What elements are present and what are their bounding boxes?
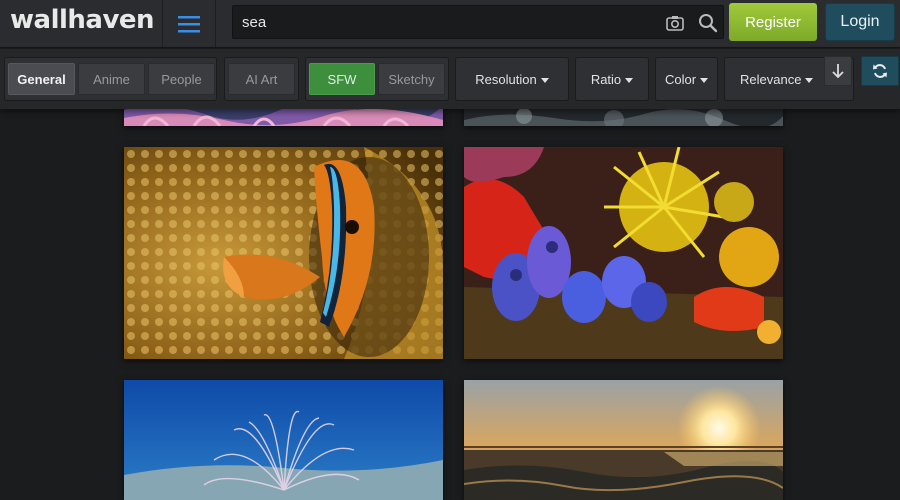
search-icon — [699, 14, 718, 33]
wallpaper-thumbnail[interactable] — [464, 380, 783, 500]
tube-anemone-image — [124, 380, 443, 500]
purity-sketchy-toggle[interactable]: Sketchy — [378, 63, 445, 95]
image-search-button[interactable] — [665, 13, 685, 33]
category-anime-toggle[interactable]: Anime — [78, 63, 145, 95]
arrow-down-icon — [832, 64, 844, 79]
caret-down-icon — [805, 78, 814, 83]
register-button[interactable]: Register — [729, 3, 817, 41]
search-button[interactable] — [697, 12, 719, 34]
ratio-dropdown[interactable]: Ratio — [575, 57, 649, 101]
ratio-dropdown-label: Ratio — [590, 71, 622, 87]
ocean-sunset-image — [464, 380, 783, 500]
refresh-icon — [873, 64, 887, 78]
caret-down-icon — [540, 78, 549, 83]
login-button[interactable]: Login — [825, 3, 895, 41]
wallpaper-thumbnail[interactable] — [124, 380, 443, 500]
wallpaper-thumbnail[interactable] — [124, 147, 443, 359]
color-dropdown-label: Color — [664, 71, 697, 87]
wallpaper-thumbnail[interactable] — [464, 147, 783, 359]
search-box — [232, 5, 724, 39]
camera-icon — [666, 16, 684, 31]
coral-reef-image — [464, 147, 783, 359]
category-people-toggle[interactable]: People — [148, 63, 215, 95]
top-header: wallhaven Register Login — [0, 0, 900, 48]
resolution-dropdown-label: Resolution — [475, 71, 537, 87]
search-input[interactable] — [233, 6, 653, 38]
menu-button[interactable] — [162, 0, 216, 47]
purity-sfw-toggle[interactable]: SFW — [309, 63, 375, 95]
color-dropdown[interactable]: Color — [655, 57, 718, 101]
clownfish-image — [124, 147, 443, 359]
menu-icon — [178, 15, 200, 32]
category-filter-group: General Anime People — [4, 57, 217, 101]
caret-down-icon — [625, 78, 634, 83]
category-general-toggle[interactable]: General — [8, 63, 75, 95]
search-filter-bar: General Anime People AI Art SFW Sketchy … — [0, 49, 900, 109]
refresh-button[interactable] — [861, 56, 899, 86]
ai-art-toggle[interactable]: AI Art — [228, 63, 295, 95]
resolution-dropdown[interactable]: Resolution — [455, 57, 569, 101]
caret-down-icon — [700, 78, 709, 83]
ai-art-filter-group: AI Art — [224, 57, 299, 101]
sorting-dropdown-label: Relevance — [740, 71, 802, 87]
sort-direction-button[interactable] — [824, 56, 852, 86]
site-logo[interactable]: wallhaven — [10, 5, 155, 35]
purity-filter-group: SFW Sketchy — [305, 57, 449, 101]
